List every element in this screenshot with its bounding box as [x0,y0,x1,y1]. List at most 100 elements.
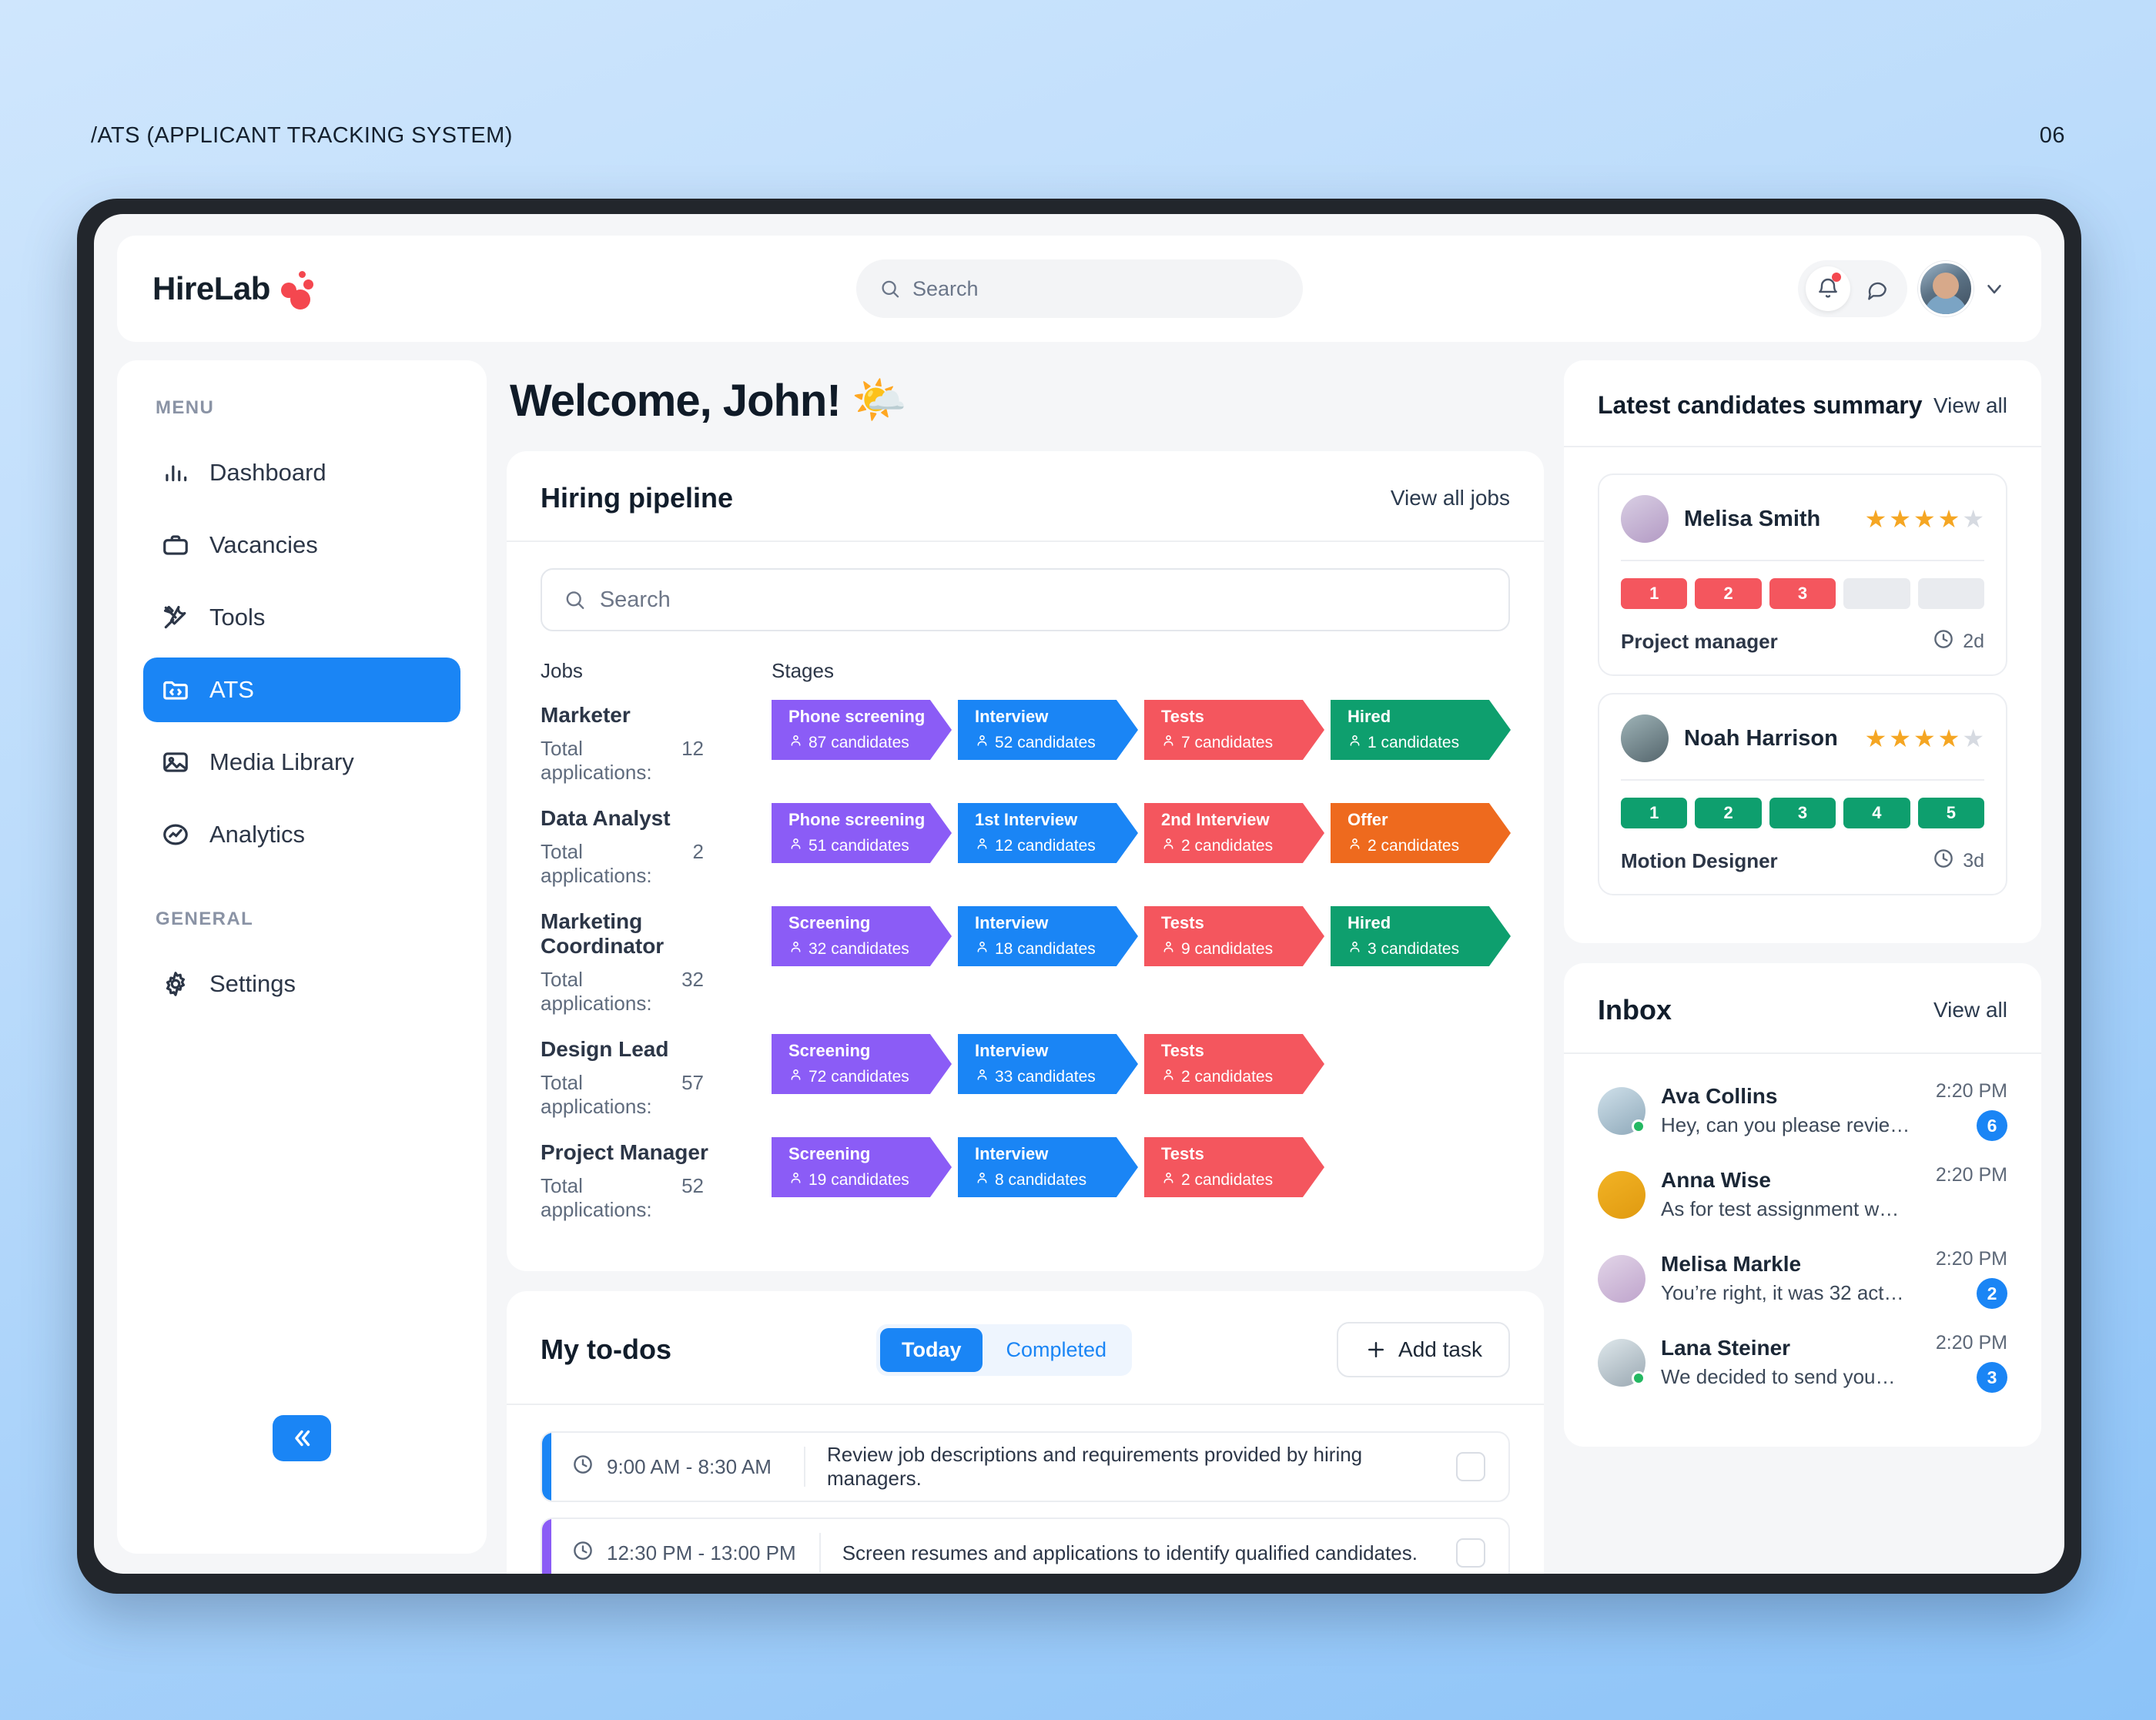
pipeline-stage-chip[interactable]: Hired 3 candidates [1331,906,1511,966]
todo-item[interactable]: 9:00 AM - 8:30 AM Review job description… [541,1431,1510,1502]
total-value: 32 [681,968,704,991]
stage-count: 2 candidates [1348,836,1511,855]
stage-label: Phone screening [788,810,926,829]
total-label: Total applications: [541,1174,652,1221]
sidebar-item-media-library[interactable]: Media Library [143,730,460,795]
star-icon: ★ [1962,724,1984,752]
pipeline-stage-chip[interactable]: Tests 2 candidates [1144,1034,1324,1094]
candidate-card[interactable]: Noah Harrison ★ ★ ★ ★ ★ 12345 Motion Designe… [1598,693,2007,895]
sidebar-item-tools[interactable]: Tools [143,585,460,650]
pipeline-stage-chip[interactable]: Interview 18 candidates [958,906,1138,966]
user-menu[interactable] [1918,261,2006,316]
notifications-button[interactable] [1806,266,1850,311]
clock-icon [1932,627,1955,656]
pipeline-stage-chip[interactable]: Phone screening 87 candidates [772,700,952,760]
slide-number: 06 [2039,123,2065,148]
stage-label: Interview [975,707,1049,726]
pipeline-stage-chip[interactable]: Interview 52 candidates [958,700,1138,760]
global-search-input[interactable] [912,276,1280,301]
messages-button[interactable] [1855,266,1900,311]
sender-name: Anna Wise [1661,1168,1771,1192]
job-title: Project Manager [541,1140,708,1164]
chevron-down-icon[interactable] [1983,277,2006,300]
candidate-card[interactable]: Melisa Smith ★★★★★ 123-- Project manager… [1598,474,2007,676]
stage-label: Offer [1348,810,1388,829]
sidebar-menu-label: MENU [156,397,215,418]
stage-count: 32 candidates [788,939,952,959]
person-icon [1161,1170,1176,1190]
candidate-rating[interactable]: ★ ★ ★ ★ ★ [1865,504,1984,534]
stage-count: 2 candidates [1161,1170,1324,1190]
brand-name: HireLab [152,270,270,306]
view-all-jobs-link[interactable]: View all jobs [1391,486,1510,510]
stage-label: Interview [975,913,1049,932]
pipeline-row[interactable]: Marketer Total applications: 12 Phone sc… [541,700,1511,785]
inbox-text: Anna Wise As for test assignment w… [1661,1168,1920,1221]
search-icon [881,280,899,298]
pipeline-stage-chip[interactable]: Offer 2 candidates [1331,803,1511,863]
pipeline-stage-chip[interactable]: Interview 33 candidates [958,1034,1138,1094]
brand-logo[interactable]: HireLab [152,269,315,310]
stage-count: 8 candidates [975,1170,1138,1190]
pipeline-stage-chip[interactable]: Tests 7 candidates [1144,700,1324,760]
pipeline-stage-chip[interactable]: 1st Interview 12 candidates [958,803,1138,863]
person-icon [788,1170,803,1190]
inbox-view-all-link[interactable]: View all [1933,998,2007,1022]
sidebar-item-settings[interactable]: Settings [143,952,460,1016]
tab-today[interactable]: Today [879,1327,983,1372]
pipeline-search-input[interactable] [599,587,1487,613]
pipeline-row[interactable]: Marketing Coordinator Total applications… [541,906,1511,1016]
candidates-view-all-link[interactable]: View all [1933,393,2007,418]
hiring-pipeline-card: Hiring pipeline View all jobs Jobs Stage… [507,451,1544,1271]
person-icon [975,939,989,959]
todo-item[interactable]: 12:30 PM - 13:00 PM Screen resumes and a… [541,1518,1510,1574]
candidates-summary-card: Latest candidates summary View all Melis… [1564,360,2041,943]
todo-checkbox[interactable] [1456,1538,1485,1568]
pipeline-stage-chip[interactable]: Hired 1 candidates [1331,700,1511,760]
collapse-sidebar-button[interactable] [273,1415,331,1461]
score-box: 1 [1621,798,1688,828]
todos-header: My to-dos Today Completed Add task [541,1322,1510,1404]
tools-icon [160,602,191,633]
pipeline-stage-chip[interactable]: Screening 72 candidates [772,1034,952,1094]
star-icon: ★ [1962,505,1984,533]
sidebar-item-vacancies[interactable]: Vacancies [143,513,460,577]
person-icon [788,733,803,752]
inbox-item[interactable]: Anna Wise As for test assignment w… 2:20… [1598,1164,2007,1225]
add-task-button[interactable]: Add task [1337,1322,1510,1377]
pipeline-stage-chip[interactable]: Screening 32 candidates [772,906,952,966]
total-label: Total applications: [541,840,652,887]
online-indicator [1632,1119,1645,1133]
divider [1621,560,1984,561]
todo-checkbox[interactable] [1456,1452,1485,1481]
pipeline-stage-chip[interactable]: Screening 19 candidates [772,1137,952,1197]
stage-count: 51 candidates [788,836,952,855]
sidebar-item-label: Tools [209,604,266,631]
candidate-rating[interactable]: ★ ★ ★ ★ ★ [1865,724,1984,753]
pipeline-row[interactable]: Design Lead Total applications: 57 Scree… [541,1034,1510,1119]
pipeline-stage-chip[interactable]: Tests 9 candidates [1144,906,1324,966]
pipeline-row[interactable]: Data Analyst Total applications: 2 Phone… [541,803,1511,888]
pipeline-stage-chip[interactable]: Phone screening 51 candidates [772,803,952,863]
inbox-meta: 2:20 PM 0 [1936,1164,2007,1225]
inbox-text: Ava Collins Hey, can you please revie… [1661,1084,1920,1137]
sidebar-item-dashboard[interactable]: Dashboard [143,440,460,505]
briefcase-icon [160,530,191,561]
pipeline-search[interactable] [541,568,1510,631]
sidebar-item-label: Analytics [209,821,306,848]
pipeline-rows: Marketer Total applications: 12 Phone sc… [541,700,1511,1222]
pipeline-stage-chip[interactable]: Interview 8 candidates [958,1137,1138,1197]
notification-badge [1832,273,1841,282]
global-search[interactable] [855,259,1303,318]
inbox-item[interactable]: Melisa Markle You’re right, it was 32 ac… [1598,1248,2007,1309]
inbox-item[interactable]: Lana Steiner We decided to send you… 2:2… [1598,1332,2007,1393]
candidate-header: Noah Harrison ★ ★ ★ ★ ★ [1621,714,1984,779]
message-time: 2:20 PM [1935,1080,2007,1102]
tab-completed[interactable]: Completed [984,1328,1128,1372]
pipeline-stage-chip[interactable]: Tests 2 candidates [1144,1137,1324,1197]
pipeline-row[interactable]: Project Manager Total applications: 52 S… [541,1137,1510,1222]
pipeline-stage-chip[interactable]: 2nd Interview 2 candidates [1144,803,1324,863]
sidebar-item-analytics[interactable]: Analytics [143,802,460,867]
inbox-item[interactable]: Ava Collins Hey, can you please revie… 2… [1598,1080,2007,1141]
sidebar-item-ats[interactable]: ATS [143,658,460,722]
